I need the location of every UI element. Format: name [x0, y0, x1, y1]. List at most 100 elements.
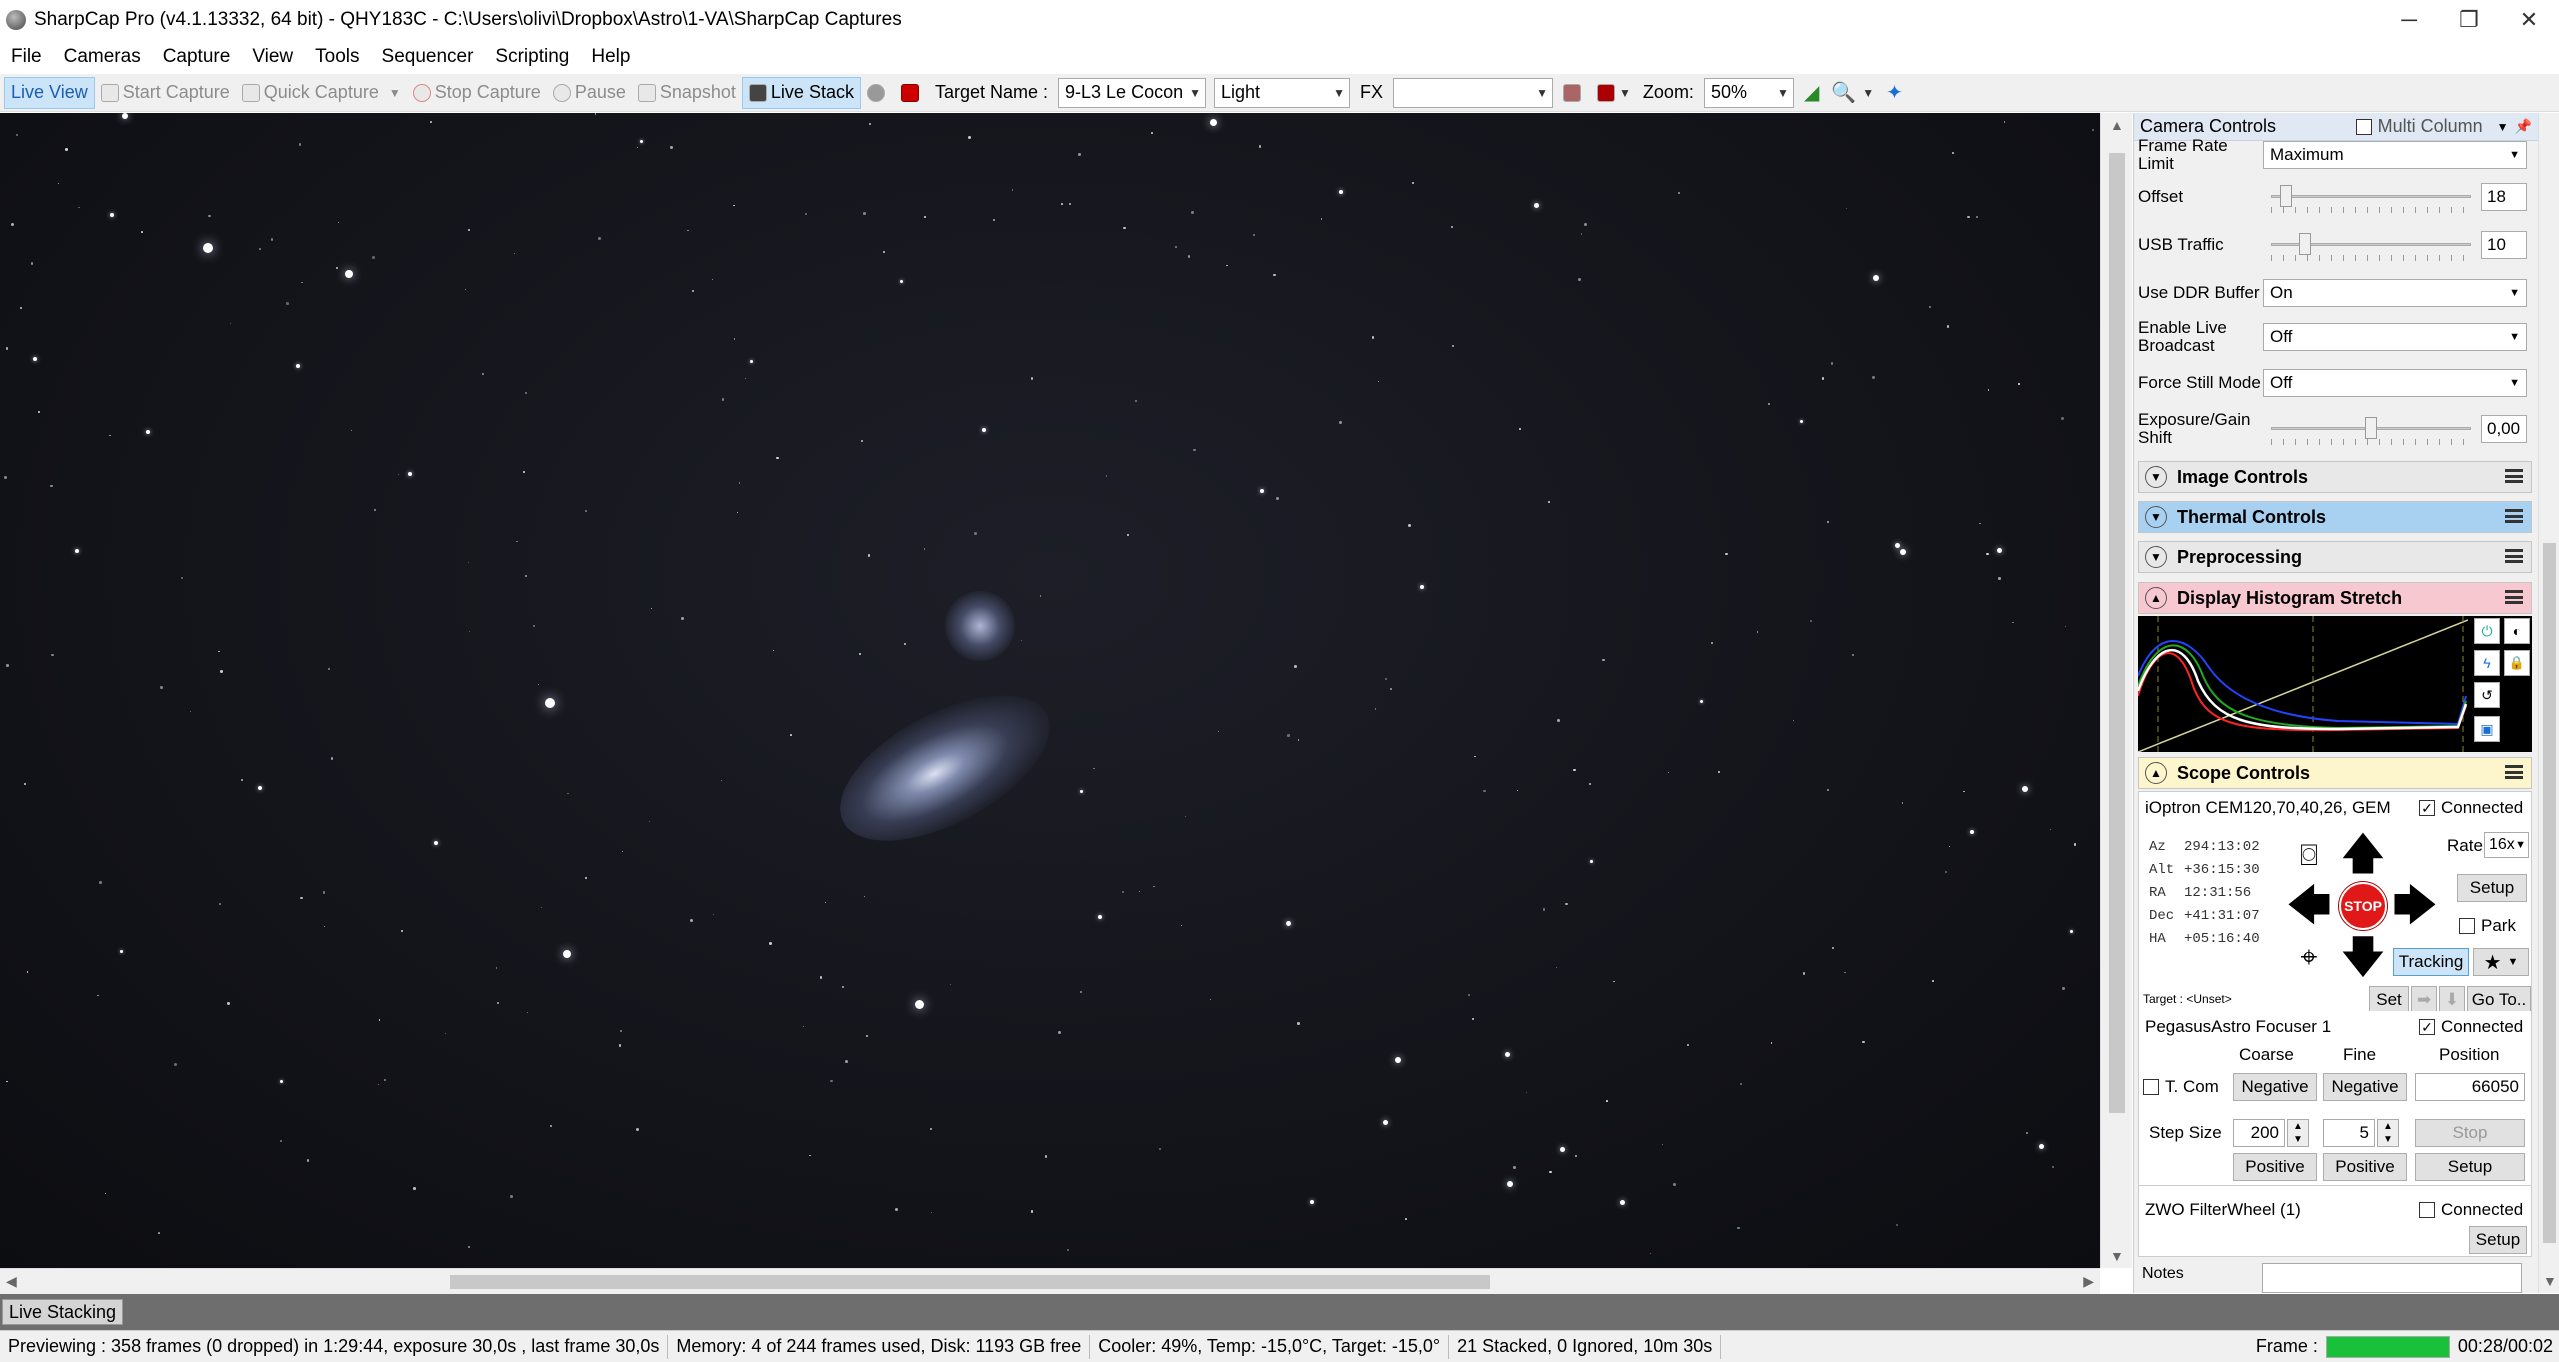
viewport-vertical-scrollbar[interactable]: ▲ ▼: [2100, 113, 2132, 1268]
zoom-tool-button[interactable]: 🔍 ▼: [1825, 77, 1880, 109]
scroll-down-icon[interactable]: ▼: [2110, 1248, 2124, 1264]
focuser-connected[interactable]: ✓ Connected: [2419, 1017, 2523, 1037]
usb-traffic-slider-knob[interactable]: [2299, 233, 2312, 255]
live-broadcast-select[interactable]: Off ▼: [2263, 323, 2527, 351]
temp-comp-control[interactable]: T. Com: [2143, 1077, 2219, 1097]
hscroll-thumb[interactable]: [450, 1275, 1490, 1289]
scroll-up-icon[interactable]: ▲: [2110, 117, 2124, 133]
spiral-search-icon[interactable]: ⌼: [2287, 834, 2331, 878]
connected-checkbox[interactable]: ✓: [2419, 800, 2435, 816]
arrow-down-icon[interactable]: 🡇: [2339, 934, 2387, 982]
menu-cameras[interactable]: Cameras: [53, 40, 152, 74]
menu-sequencer[interactable]: Sequencer: [371, 40, 485, 74]
usb-traffic-slider[interactable]: [2271, 231, 2471, 261]
crosshair-icon[interactable]: ⌖: [2289, 938, 2329, 978]
frame-rate-select[interactable]: Maximum ▼: [2263, 141, 2527, 169]
lock-icon[interactable]: 🔒: [2504, 650, 2530, 676]
histogram-section[interactable]: ▲ Display Histogram Stretch: [2138, 582, 2532, 614]
start-capture-button[interactable]: Start Capture: [95, 77, 236, 109]
coarse-negative-button[interactable]: Negative: [2233, 1073, 2317, 1101]
live-stack-button[interactable]: Live Stack: [741, 76, 861, 109]
restore-icon[interactable]: ❐: [2439, 0, 2499, 40]
tracking-rate-select[interactable]: ★ ▼: [2473, 948, 2529, 976]
fine-positive-button[interactable]: Positive: [2323, 1153, 2407, 1181]
panel-scroll-thumb[interactable]: [2543, 543, 2556, 1243]
menu-tools[interactable]: Tools: [304, 40, 370, 74]
menu-view[interactable]: View: [241, 40, 304, 74]
coarse-step-input[interactable]: 200: [2233, 1119, 2285, 1147]
image-controls-section[interactable]: ▼ Image Controls: [2138, 461, 2532, 493]
rate-select[interactable]: 16x ▼: [2484, 832, 2529, 858]
menu-icon[interactable]: [2505, 765, 2523, 779]
offset-input[interactable]: 18: [2481, 183, 2527, 211]
pin-icon[interactable]: 📌: [2515, 118, 2532, 135]
focuser-setup-button[interactable]: Setup: [2415, 1153, 2525, 1181]
menu-icon[interactable]: [2505, 469, 2523, 483]
frame-type-select[interactable]: Light ▼: [1214, 77, 1351, 108]
gain-shift-slider-knob[interactable]: [2365, 417, 2377, 439]
fine-step-spinner[interactable]: ▲ ▼: [2377, 1119, 2399, 1147]
pause-button[interactable]: Pause: [547, 77, 632, 109]
multi-column-checkbox[interactable]: [2355, 118, 2372, 135]
notes-input[interactable]: [2262, 1263, 2522, 1293]
position-input[interactable]: 66050: [2415, 1073, 2525, 1101]
goto-button[interactable]: Go To..: [2467, 986, 2531, 1014]
contrast-icon[interactable]: ◐: [2504, 618, 2530, 644]
histogram-display[interactable]: ⏻ ◐ ϟ 🔒 ↺ ▣: [2136, 616, 2532, 753]
menu-help[interactable]: Help: [580, 40, 641, 74]
close-icon[interactable]: ✕: [2499, 0, 2559, 40]
focuser-stop-button[interactable]: Stop: [2415, 1119, 2525, 1147]
set-button[interactable]: Set: [2369, 986, 2409, 1014]
dark-button[interactable]: [861, 77, 895, 109]
auto-stretch-icon[interactable]: ⏻: [2474, 618, 2500, 644]
park-checkbox[interactable]: [2459, 918, 2475, 934]
park-control[interactable]: Park: [2459, 916, 2516, 936]
menu-capture[interactable]: Capture: [152, 40, 242, 74]
scroll-left-icon[interactable]: ◀: [6, 1273, 17, 1290]
goto-arrow-down-icon[interactable]: ⬇: [2439, 986, 2465, 1014]
histogram-button[interactable]: ◢: [1798, 77, 1825, 109]
arrow-up-icon[interactable]: 🡅: [2339, 830, 2387, 878]
gain-shift-slider[interactable]: [2271, 415, 2471, 445]
reset-icon[interactable]: ↺: [2474, 682, 2500, 708]
lightning-icon[interactable]: ϟ: [2474, 650, 2500, 676]
zoom-select[interactable]: 50% ▼: [1703, 77, 1794, 108]
save-icon[interactable]: ▣: [2474, 716, 2500, 742]
ddr-buffer-select[interactable]: On ▼: [2263, 279, 2527, 307]
filterwheel-setup-button[interactable]: Setup: [2469, 1226, 2527, 1254]
live-stacking-tab[interactable]: Live Stacking: [2, 1299, 124, 1325]
offset-slider[interactable]: [2271, 183, 2471, 213]
scope-setup-button[interactable]: Setup: [2457, 874, 2527, 902]
image-viewport[interactable]: [0, 113, 2100, 1268]
stop-capture-button[interactable]: Stop Capture: [407, 77, 547, 109]
filterwheel-connected[interactable]: Connected: [2419, 1200, 2523, 1220]
thermal-controls-section[interactable]: ▼ Thermal Controls: [2138, 501, 2532, 533]
focus-assist-button[interactable]: ▼: [1591, 77, 1637, 109]
annotate-button[interactable]: [895, 77, 929, 109]
menu-icon[interactable]: [2505, 590, 2523, 604]
stop-button[interactable]: STOP: [2339, 882, 2387, 930]
reticle-button[interactable]: [1557, 77, 1591, 109]
connected-checkbox[interactable]: [2419, 1202, 2435, 1218]
arrow-right-icon[interactable]: 🡆: [2391, 882, 2439, 930]
snapshot-button[interactable]: Snapshot: [632, 77, 742, 109]
live-view-button[interactable]: Live View: [4, 76, 95, 109]
scope-controls-section[interactable]: ▲ Scope Controls: [2138, 757, 2532, 789]
goto-arrow-right-icon[interactable]: ➡: [2411, 986, 2437, 1014]
quick-capture-button[interactable]: Quick Capture ▼: [236, 77, 407, 109]
vscroll-thumb[interactable]: [2109, 153, 2125, 1113]
usb-traffic-input[interactable]: 10: [2481, 231, 2527, 259]
menu-scripting[interactable]: Scripting: [484, 40, 580, 74]
menu-icon[interactable]: [2505, 549, 2523, 563]
connected-checkbox[interactable]: ✓: [2419, 1019, 2435, 1035]
fine-negative-button[interactable]: Negative: [2323, 1073, 2407, 1101]
minimize-icon[interactable]: ─: [2379, 0, 2439, 40]
panel-scrollbar[interactable]: ▼: [2538, 113, 2559, 1293]
scroll-down-icon[interactable]: ▼: [2543, 1273, 2557, 1289]
viewport-horizontal-scrollbar[interactable]: ◀ ▶: [0, 1268, 2100, 1294]
scroll-right-icon[interactable]: ▶: [2083, 1273, 2094, 1290]
gain-shift-input[interactable]: 0,00: [2481, 415, 2527, 443]
panel-menu-icon[interactable]: ▼: [2497, 120, 2509, 134]
temp-comp-checkbox[interactable]: [2143, 1079, 2159, 1095]
preprocessing-section[interactable]: ▼ Preprocessing: [2138, 541, 2532, 573]
